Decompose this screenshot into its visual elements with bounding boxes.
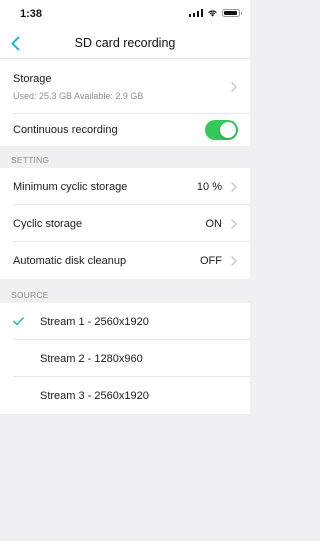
setting-row-minimum-cyclic-storage[interactable]: Minimum cyclic storage 10 % [0, 168, 250, 205]
storage-detail: Used: 25.3 GB Available: 2.9 GB [13, 90, 144, 101]
setting-value: 10 % [196, 180, 222, 193]
continuous-recording-row: Continuous recording [0, 114, 250, 146]
source-group: Stream 1 - 2560x1920 Stream 2 - 1280x960… [0, 303, 250, 414]
cellular-signal-icon [188, 9, 203, 17]
chevron-right-icon [231, 255, 238, 266]
chevron-right-icon [231, 218, 238, 229]
stream-label: Stream 1 - 2560x1920 [40, 315, 149, 328]
storage-group: Storage Used: 25.3 GB Available: 2.9 GB … [0, 59, 250, 146]
storage-label: Storage [13, 72, 52, 85]
storage-row[interactable]: Storage Used: 25.3 GB Available: 2.9 GB [0, 59, 250, 114]
setting-value: OFF [200, 254, 222, 267]
wifi-icon [208, 10, 217, 17]
setting-row-cyclic-storage[interactable]: Cyclic storage ON [0, 205, 250, 242]
setting-label: Cyclic storage [13, 217, 83, 230]
setting-value: ON [205, 217, 223, 230]
checkmark-icon [13, 317, 40, 326]
continuous-recording-toggle[interactable] [205, 120, 238, 140]
setting-section-header: SETTING [0, 146, 250, 168]
chevron-right-icon [231, 181, 238, 192]
setting-group: Minimum cyclic storage 10 % Cyclic stora… [0, 168, 250, 279]
continuous-recording-label: Continuous recording [13, 124, 118, 136]
setting-row-automatic-disk-cleanup[interactable]: Automatic disk cleanup OFF [0, 242, 250, 279]
stream-label: Stream 3 - 2560x1920 [40, 389, 149, 402]
status-time: 1:38 [20, 8, 43, 20]
source-section-header: SOURCE [0, 279, 250, 303]
setting-label: Automatic disk cleanup [13, 254, 127, 267]
stream-label: Stream 2 - 1280x960 [40, 352, 143, 365]
chevron-right-icon [231, 81, 238, 92]
battery-icon [222, 9, 242, 17]
stream-option-1[interactable]: Stream 1 - 2560x1920 [0, 303, 250, 340]
storage-text: Storage Used: 25.3 GB Available: 2.9 GB [13, 73, 231, 101]
stream-option-3[interactable]: Stream 3 - 2560x1920 [0, 377, 250, 414]
setting-label: Minimum cyclic storage [13, 180, 128, 193]
status-bar: 1:38 [0, 0, 250, 28]
status-icons [188, 9, 242, 17]
stream-option-2[interactable]: Stream 2 - 1280x960 [0, 340, 250, 377]
navigation-bar: SD card recording [0, 28, 250, 59]
page-title: SD card recording [74, 36, 176, 50]
